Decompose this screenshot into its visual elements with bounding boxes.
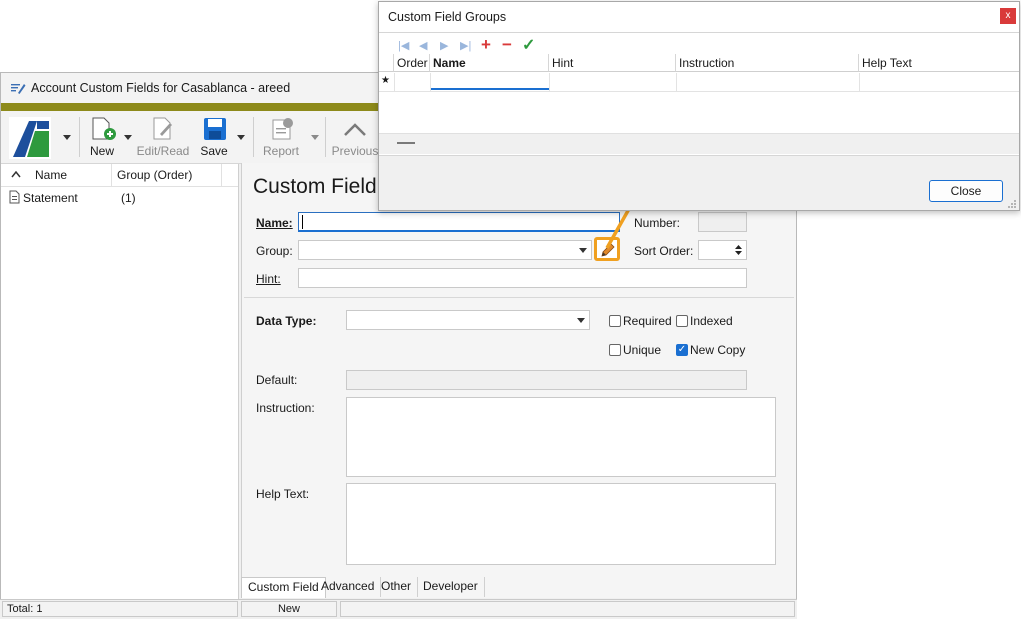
previous-label: Previous (331, 144, 379, 158)
edit-document-icon (153, 117, 172, 140)
close-button[interactable]: Close (929, 180, 1003, 202)
chevron-down-icon (579, 248, 587, 253)
tab-other[interactable]: Other (375, 577, 419, 597)
text-cursor (302, 215, 303, 229)
edit-read-label: Edit/Read (136, 144, 190, 158)
column-header-instruction[interactable]: Instruction (676, 54, 859, 72)
hint-field[interactable] (298, 268, 747, 288)
required-checkbox[interactable] (609, 315, 621, 327)
edit-icon (11, 84, 26, 94)
column-header-name[interactable]: Name (35, 168, 67, 182)
report-icon (272, 118, 293, 140)
new-label: New (89, 144, 114, 158)
delete-icon[interactable]: − (502, 35, 512, 55)
confirm-icon[interactable]: ✓ (522, 35, 535, 55)
name-cell-focus (431, 88, 549, 90)
previous-record-icon[interactable]: ◀ (419, 39, 427, 52)
add-icon[interactable]: + (481, 35, 491, 55)
new-copy-checkbox[interactable]: ✓ (676, 344, 688, 356)
instruction-label: Instruction: (256, 401, 315, 415)
group-label: Group: (256, 244, 293, 258)
new-row[interactable]: ★ (379, 73, 1019, 92)
list-item[interactable]: Statement (1) (1, 188, 238, 206)
chevron-down-icon (577, 318, 585, 323)
first-record-icon[interactable]: |◀ (398, 39, 409, 52)
column-header-help-text[interactable]: Help Text (859, 54, 1019, 72)
save-icon (204, 118, 226, 140)
required-label: Required (623, 314, 672, 328)
custom-field-groups-dialog: Custom Field Groups x |◀ ◀ ▶ ▶| + − ✓ Or… (378, 1, 1020, 211)
number-field (698, 212, 747, 232)
name-field[interactable] (298, 212, 620, 232)
collapse-icon[interactable] (397, 142, 415, 144)
resize-grip-icon[interactable] (1007, 199, 1017, 209)
chevron-down-icon (237, 135, 245, 140)
tab-developer[interactable]: Developer (417, 577, 485, 597)
group-select[interactable] (298, 240, 592, 260)
dialog-title-bar: Custom Field Groups x (379, 2, 1019, 32)
save-label: Save (200, 144, 228, 158)
status-total: Total: 1 (2, 601, 238, 617)
next-record-icon[interactable]: ▶ (440, 39, 448, 52)
column-header-name[interactable]: Name (430, 54, 549, 72)
status-mode: New (241, 601, 337, 617)
record-list: Name Group (Order) Statement (1) (1, 164, 239, 599)
chevron-down-icon (124, 135, 132, 140)
report-label: Report (262, 144, 300, 158)
report-button[interactable]: Report (257, 113, 323, 161)
column-header-group[interactable]: Group (Order) (117, 168, 192, 182)
status-empty (340, 601, 795, 617)
unique-checkbox[interactable] (609, 344, 621, 356)
save-button[interactable]: Save (193, 113, 249, 161)
indexed-checkbox[interactable] (676, 315, 688, 327)
new-copy-label: New Copy (690, 343, 746, 357)
chevron-down-icon (311, 135, 319, 140)
page-title: Custom Field (253, 175, 377, 198)
hint-label: Hint: (256, 272, 281, 286)
last-record-icon[interactable]: ▶| (460, 39, 471, 52)
list-header: Name Group (Order) (1, 164, 238, 187)
column-header-hint[interactable]: Hint (549, 54, 676, 72)
instruction-field[interactable] (346, 397, 776, 477)
default-label: Default: (256, 373, 298, 387)
app-logo-icon (9, 117, 51, 159)
tab-strip: Custom Field Advanced Other Developer (241, 577, 795, 598)
previous-button[interactable]: Previous (329, 113, 381, 161)
default-field (346, 370, 747, 390)
document-icon (9, 190, 20, 204)
list-item-name: Statement (23, 191, 78, 205)
indexed-label: Indexed (690, 314, 733, 328)
grid-footer (379, 133, 1019, 154)
help-text-field[interactable] (346, 483, 776, 565)
tab-advanced[interactable]: Advanced (315, 577, 382, 597)
status-bar: Total: 1 New (0, 599, 797, 619)
name-label: Name: (256, 216, 293, 230)
tab-custom-field[interactable]: Custom Field (241, 577, 326, 598)
data-type-select[interactable] (346, 310, 590, 330)
list-item-group: (1) (121, 191, 136, 205)
chevron-up-icon (344, 123, 366, 136)
sort-up-icon[interactable] (11, 171, 21, 178)
groups-grid: |◀ ◀ ▶ ▶| + − ✓ Order Name Hint Instruct… (379, 32, 1019, 156)
new-document-icon (92, 117, 116, 140)
divider (244, 297, 794, 298)
data-type-label: Data Type: (256, 314, 317, 328)
new-row-marker: ★ (381, 75, 390, 86)
close-icon[interactable]: x (1000, 8, 1016, 24)
detail-pane: Custom Field Name: Number: Group: Sort O… (241, 163, 796, 598)
row-header-corner (379, 54, 394, 72)
new-button[interactable]: New (83, 113, 133, 161)
chevron-down-icon (63, 135, 71, 140)
sort-order-stepper[interactable] (698, 240, 747, 260)
app-logo-button[interactable] (5, 113, 73, 161)
column-header-order[interactable]: Order (394, 54, 430, 72)
help-text-label: Help Text: (256, 487, 310, 501)
edit-read-button[interactable]: Edit/Read (135, 113, 191, 161)
unique-label: Unique (623, 343, 662, 357)
dialog-title: Custom Field Groups (388, 10, 507, 24)
spin-arrows-icon (735, 245, 742, 255)
window-title: Account Custom Fields for Casablanca - a… (31, 81, 291, 95)
